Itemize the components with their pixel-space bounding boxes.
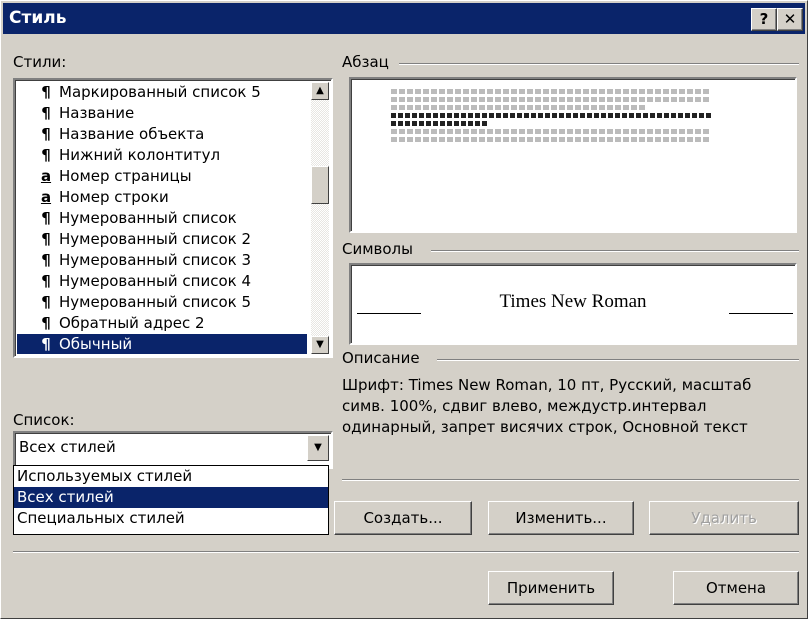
style-list-item-label: Обычный xyxy=(59,335,133,353)
style-list-item[interactable]: a Номер строки xyxy=(17,187,307,208)
styles-listbox[interactable]: ¶ Маркированный список 5 ¶ Название ¶ Названи… xyxy=(13,78,333,358)
paragraph-style-icon: ¶ xyxy=(41,125,51,143)
dialog-title: Стиль xyxy=(9,8,67,28)
style-list-item[interactable]: ¶ Нумерованный список 5 xyxy=(17,292,307,313)
character-style-icon: a xyxy=(40,188,52,206)
list-combobox-value: Всех стилей xyxy=(19,438,116,456)
styles-label: Стили: xyxy=(13,53,67,71)
style-list-item[interactable]: ¶ Маркированный список 5 xyxy=(17,82,307,103)
list-dropdown: Используемых стилей Всех стилей Специаль… xyxy=(13,465,329,535)
style-list-item-label: Номер строки xyxy=(59,188,169,206)
paragraph-preview-text xyxy=(391,89,711,149)
characters-group-label: Символы xyxy=(342,240,413,258)
scroll-down-arrow-icon[interactable]: ▼ xyxy=(311,336,329,354)
list-combobox[interactable]: Всех стилей ▼ xyxy=(13,431,333,469)
style-list-item[interactable]: ¶ Нижний колонтитул xyxy=(17,145,307,166)
dropdown-option[interactable]: Используемых стилей xyxy=(14,466,328,487)
font-preview-text: Times New Roman xyxy=(499,291,647,312)
modify-button[interactable]: Изменить... xyxy=(488,501,634,535)
combo-dropdown-arrow-icon[interactable]: ▼ xyxy=(307,435,329,461)
paragraph-preview xyxy=(349,77,797,233)
style-list-item-label: Нижний колонтитул xyxy=(59,146,221,164)
characters-group-divider xyxy=(431,250,799,252)
scroll-thumb[interactable] xyxy=(311,166,329,204)
style-list-item-label: Нумерованный список xyxy=(59,209,237,227)
paragraph-style-icon: ¶ xyxy=(41,251,51,269)
description-line: Шрифт: Times New Roman, 10 пт, Русский, … xyxy=(342,376,752,394)
separator-bottom xyxy=(13,551,799,553)
separator-top xyxy=(342,479,799,481)
style-list-item-label: Маркированный список 5 xyxy=(59,83,261,101)
character-style-icon: a xyxy=(40,167,52,185)
description-text: Шрифт: Times New Roman, 10 пт, Русский, … xyxy=(342,375,751,438)
style-list-item-label: Название объекта xyxy=(59,125,205,143)
close-button[interactable]: ✕ xyxy=(777,8,803,31)
paragraph-style-icon: ¶ xyxy=(41,272,51,290)
delete-button[interactable]: Удалить xyxy=(649,501,799,535)
style-list-item-label: Номер страницы xyxy=(59,167,192,185)
style-list-item-label: Обратный адрес 2 xyxy=(59,314,205,332)
styles-list-items: ¶ Маркированный список 5 ¶ Название ¶ Названи… xyxy=(17,82,311,354)
paragraph-style-icon: ¶ xyxy=(41,314,51,332)
paragraph-style-icon: ¶ xyxy=(41,209,51,227)
description-group-divider xyxy=(437,359,799,361)
paragraph-group-divider xyxy=(399,63,799,65)
style-list-item[interactable]: ¶ Нумерованный список 3 xyxy=(17,250,307,271)
style-list-item[interactable]: ¶ Нумерованный список 2 xyxy=(17,229,307,250)
style-dialog: Стиль ? ✕ Стили: ¶ Маркированный список 5… xyxy=(0,0,808,619)
font-preview: Times New Roman xyxy=(349,263,797,345)
description-line: одинарный, запрет висячих строк, Основно… xyxy=(342,418,748,436)
style-list-item-label: Нумерованный список 3 xyxy=(59,251,252,269)
paragraph-style-icon: ¶ xyxy=(41,104,51,122)
font-preview-right-rule xyxy=(729,313,793,314)
paragraph-style-icon: ¶ xyxy=(41,230,51,248)
style-list-item[interactable]: ¶ Обычный xyxy=(17,334,307,354)
style-list-item[interactable]: ¶ Название xyxy=(17,103,307,124)
font-preview-left-rule xyxy=(357,313,421,314)
style-list-item[interactable]: ¶ Обратный адрес 2 xyxy=(17,313,307,334)
style-list-item-label: Нумерованный список 2 xyxy=(59,230,252,248)
dropdown-option[interactable]: Всех стилей xyxy=(14,487,328,508)
paragraph-style-icon: ¶ xyxy=(41,335,51,353)
paragraph-style-icon: ¶ xyxy=(41,293,51,311)
style-list-item[interactable]: ¶ Название объекта xyxy=(17,124,307,145)
style-list-item-label: Нумерованный список 5 xyxy=(59,293,252,311)
style-list-item-label: Название xyxy=(59,104,135,122)
style-list-item-label: Нумерованный список 4 xyxy=(59,272,252,290)
apply-button[interactable]: Применить xyxy=(488,571,614,605)
create-button[interactable]: Создать... xyxy=(334,501,472,535)
description-line: симв. 100%, сдвиг влево, междустр.интерв… xyxy=(342,397,707,415)
title-bar[interactable]: Стиль ? ✕ xyxy=(3,3,805,34)
style-list-item[interactable]: a Номер страницы xyxy=(17,166,307,187)
paragraph-group-label: Абзац xyxy=(342,53,389,71)
description-group-label: Описание xyxy=(342,349,420,367)
style-list-item[interactable]: ¶ Нумерованный список 4 xyxy=(17,271,307,292)
paragraph-style-icon: ¶ xyxy=(41,146,51,164)
list-label: Список: xyxy=(13,411,75,429)
paragraph-style-icon: ¶ xyxy=(41,83,51,101)
scroll-up-arrow-icon[interactable]: ▲ xyxy=(311,82,329,100)
cancel-button[interactable]: Отмена xyxy=(673,571,799,605)
dropdown-option[interactable]: Специальных стилей xyxy=(14,508,328,529)
help-button[interactable]: ? xyxy=(751,8,777,31)
style-list-item[interactable]: ¶ Нумерованный список xyxy=(17,208,307,229)
styles-scrollbar[interactable]: ▲ ▼ xyxy=(311,82,329,354)
